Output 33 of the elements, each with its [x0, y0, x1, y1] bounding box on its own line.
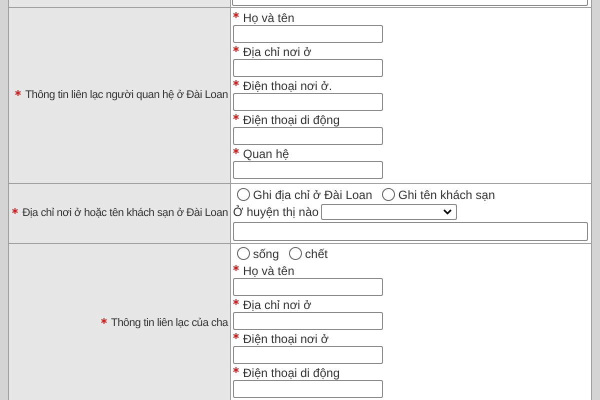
input-field[interactable] — [233, 346, 383, 364]
input-field[interactable] — [233, 380, 383, 398]
radio-label: Ghi địa chỉ ở Đài Loan — [253, 186, 372, 204]
row-label: Thông tin liên lạc người quan hệ ở Đài Loan — [25, 88, 228, 104]
radio-label: Ghi tên khách sạn — [398, 186, 496, 204]
field-label: Địa chỉ nơi ở — [243, 296, 312, 314]
input-field[interactable] — [233, 93, 383, 111]
radio-button[interactable] — [382, 188, 396, 201]
input-field[interactable] — [233, 278, 383, 296]
field-label: Họ và tên — [243, 10, 294, 26]
radio-label: sống — [253, 246, 280, 262]
row-label: Địa chỉ nơi ở hoặc tên khách sạn ở Đài Loan — [22, 206, 228, 222]
field-label: Điện thoại nơi ở. — [243, 78, 332, 94]
field-label: Địa chỉ nơi ở — [243, 44, 312, 60]
radio-button[interactable] — [289, 247, 302, 260]
row-label: Thông tin liên lạc của cha — [111, 316, 228, 331]
input-field[interactable] — [233, 127, 383, 145]
dropdown[interactable] — [320, 204, 457, 220]
input-field[interactable] — [233, 59, 383, 77]
field-label: Họ và tên — [243, 262, 294, 280]
chevron-down-icon — [442, 209, 452, 215]
input-field[interactable] — [233, 161, 383, 179]
radio-button[interactable] — [237, 247, 250, 260]
field-label: Điện thoại di động — [243, 364, 340, 382]
input-field[interactable] — [233, 312, 383, 330]
select-label: Ở huyện thị nào — [233, 204, 319, 221]
input-field[interactable] — [233, 222, 588, 241]
input-field[interactable] — [233, 25, 383, 43]
field-label: Điện thoại di động — [243, 112, 340, 128]
radio-button[interactable] — [237, 188, 250, 201]
radio-label: chết — [305, 246, 328, 262]
field-label: Quan hệ — [243, 146, 290, 162]
field-label: Điện thoại nơi ở — [243, 330, 329, 348]
